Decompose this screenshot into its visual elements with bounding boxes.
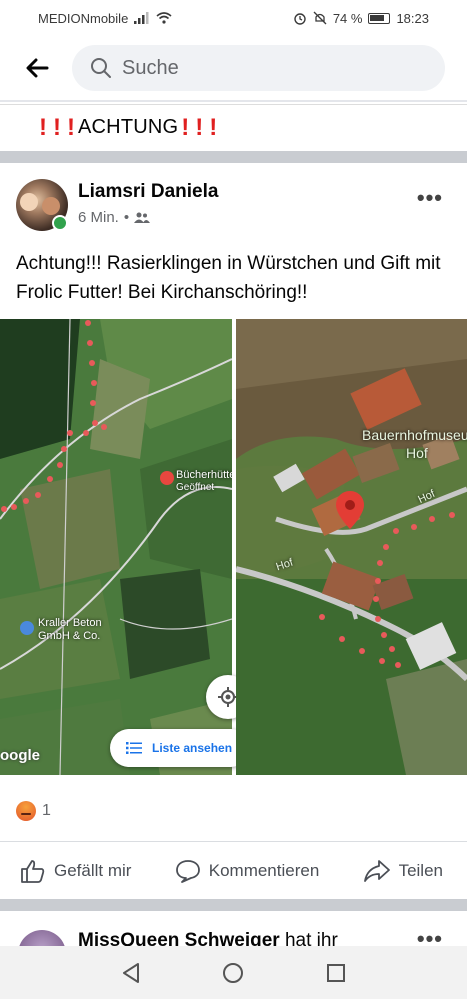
list-view-label: Liste ansehen: [152, 741, 233, 755]
place-pin-icon[interactable]: [160, 471, 174, 485]
exclamation-icon: !: [39, 113, 47, 141]
map-terrain-left: [0, 319, 232, 775]
meta-separator: •: [123, 209, 130, 226]
post-meta: 6 Min. •: [78, 209, 151, 226]
map-business-name-line2: GmbH & Co.: [38, 630, 101, 642]
group-title-row[interactable]: ! ! ! ACHTUNG ! ! !: [0, 104, 467, 150]
post-more-button[interactable]: •••: [417, 185, 443, 211]
reaction-count: 1: [42, 802, 51, 819]
reaction-summary[interactable]: 1: [16, 801, 51, 821]
next-post-card: MissQueen Schweiger hat ihr •••: [0, 924, 467, 946]
post-text: Achtung!!! Rasierklingen in Würstchen un…: [16, 253, 441, 303]
share-label: Teilen: [398, 860, 443, 880]
battery-icon: [368, 12, 391, 24]
back-arrow-icon: [26, 58, 49, 78]
post-author[interactable]: Liamsri Daniela: [78, 181, 218, 203]
map-place-status: Geöffnet: [176, 482, 215, 493]
like-button[interactable]: Gefällt mir: [20, 859, 131, 883]
business-pin-icon[interactable]: [20, 621, 34, 635]
list-icon: [126, 742, 142, 754]
next-post-author: MissQueen Schweiger: [78, 930, 280, 946]
map-terrain-right: [236, 319, 467, 775]
location-marker-icon[interactable]: [336, 491, 364, 529]
status-left: MEDIONmobile: [38, 11, 172, 26]
post-header: Liamsri Daniela 6 Min. • •••: [0, 179, 467, 235]
next-post-author-line[interactable]: MissQueen Schweiger hat ihr: [78, 930, 338, 946]
post-action-bar: Gefällt mir Kommentieren Teilen: [0, 841, 467, 899]
list-view-button[interactable]: Liste ansehen: [110, 729, 250, 767]
back-button[interactable]: [20, 51, 54, 85]
share-arrow-icon: [363, 859, 390, 882]
google-watermark: oogle: [0, 747, 40, 764]
poi-name-line2: Hof: [406, 445, 428, 461]
post-images[interactable]: Bücherhütte Geöffnet Kraller Beton GmbH …: [0, 319, 467, 775]
system-nav-bar: [0, 946, 467, 999]
comment-button[interactable]: Kommentieren: [175, 859, 320, 883]
feed-divider: [0, 899, 467, 911]
exclamation-icon: !: [181, 113, 190, 141]
post-time[interactable]: 6 Min.: [78, 209, 119, 226]
exclamation-icon: !: [67, 113, 75, 141]
recents-square-icon[interactable]: [325, 962, 347, 984]
angry-reaction-icon: [16, 801, 36, 821]
alarm-icon: [294, 13, 306, 25]
map-screenshot-right[interactable]: Bauernhofmuseum Hof Hof Hof: [236, 319, 467, 775]
like-label: Gefällt mir: [54, 860, 132, 880]
comment-label: Kommentieren: [208, 860, 320, 880]
carrier-name: MEDIONmobile: [38, 10, 129, 26]
next-post-more-button[interactable]: •••: [417, 926, 443, 946]
group-title: ACHTUNG: [78, 116, 179, 138]
share-button[interactable]: Teilen: [363, 859, 443, 883]
next-post-author-suffix: hat ihr: [284, 930, 338, 946]
map-place-name: Bücherhütte: [176, 469, 232, 481]
battery-percent: 74 %: [332, 10, 363, 26]
map-screenshot-left[interactable]: Bücherhütte Geöffnet Kraller Beton GmbH …: [0, 319, 232, 775]
exclamation-icon: !: [53, 113, 61, 141]
search-placeholder: Suche: [122, 56, 179, 79]
poi-name-line1: Bauernhofmuseum: [362, 427, 467, 443]
map-business-name-line1: Kraller Beton: [38, 617, 102, 629]
mute-bell-icon: [313, 11, 327, 25]
back-triangle-icon[interactable]: [120, 962, 142, 984]
search-icon: [91, 58, 111, 78]
friends-audience-icon: [134, 212, 151, 223]
clock: 18:23: [396, 10, 429, 26]
status-right: 74 % 18:23: [293, 11, 429, 26]
home-circle-icon[interactable]: [222, 962, 244, 984]
section-divider: [0, 151, 467, 163]
search-input[interactable]: Suche: [72, 45, 445, 91]
wifi-icon: [156, 12, 172, 24]
online-status-dot: [52, 215, 68, 231]
exclamation-icon: !: [209, 113, 218, 141]
exclamation-icon: !: [195, 113, 204, 141]
search-header: Suche: [0, 36, 467, 102]
signal-icon: [134, 12, 149, 24]
thumbs-up-icon: [21, 859, 45, 883]
comment-icon: [175, 859, 200, 883]
status-bar: MEDIONmobile 74 % 18:23: [0, 0, 467, 36]
avatar[interactable]: [18, 930, 66, 946]
